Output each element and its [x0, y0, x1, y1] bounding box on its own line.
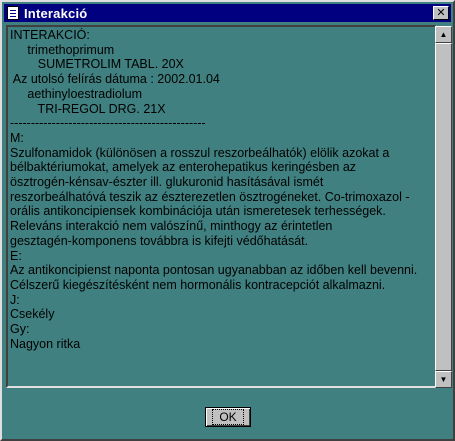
text-line: gesztagén-komponens továbbra is kifejti … [10, 233, 309, 248]
interaction-dialog: Interakció ✕ INTERAKCIÓ: trimethoprimum … [0, 0, 455, 441]
text-line: M: [10, 130, 24, 145]
text-line: reszorbeálhatóvá teszik az észterezetlen… [10, 189, 410, 204]
text-line: trimethoprimum [10, 42, 115, 57]
text-line: ösztrogén-kénsav-észter ill. glukuronid … [10, 175, 324, 190]
text-line: aethinyloestradiolum [10, 86, 143, 101]
text-line: Csekély [10, 307, 55, 322]
text-line: TRI-REGOL DRG. 21X [10, 101, 166, 116]
vertical-scrollbar[interactable]: ▲ ▼ [435, 26, 452, 388]
text-line: orális antikoncipiensek kombinációja utá… [10, 204, 386, 219]
scroll-up-button[interactable]: ▲ [435, 26, 452, 43]
text-line: E: [10, 248, 22, 263]
text-line: Az antikoncipienst naponta pontosan ugya… [10, 263, 418, 278]
document-icon [7, 6, 19, 20]
text-line: Releváns interakció nem valószínű, minth… [10, 219, 333, 234]
text-line: Az utolsó felírás dátuma : 2002.01.04 [10, 72, 220, 87]
text-line: bélbaktériumokat, amelyek az enterohepat… [10, 160, 357, 175]
ok-button-label: OK [212, 409, 244, 425]
text-line: Nagyon ritka [10, 336, 81, 351]
scroll-down-button[interactable]: ▼ [435, 371, 452, 388]
ok-button[interactable]: OK [205, 407, 251, 427]
text-line: INTERAKCIÓ: [10, 28, 90, 42]
text-line: Gy: [10, 322, 30, 337]
text-line: Célszerű kiegészítésként nem hormonális … [10, 277, 386, 292]
close-button[interactable]: ✕ [433, 6, 449, 20]
text-line: SUMETROLIM TABL. 20X [10, 57, 184, 72]
text-line: ----------------------------------------… [10, 116, 206, 131]
window-title: Interakció [24, 5, 88, 21]
interaction-text-area[interactable]: INTERAKCIÓ: trimethoprimum SUMETROLIM TA… [6, 25, 437, 388]
text-line: J: [10, 292, 20, 307]
title-bar[interactable]: Interakció ✕ [4, 4, 451, 22]
text-line: Szulfonamidok (különösen a rosszul reszo… [10, 145, 390, 160]
interaction-text: INTERAKCIÓ: trimethoprimum SUMETROLIM TA… [10, 28, 418, 385]
scroll-thumb[interactable] [435, 43, 452, 371]
